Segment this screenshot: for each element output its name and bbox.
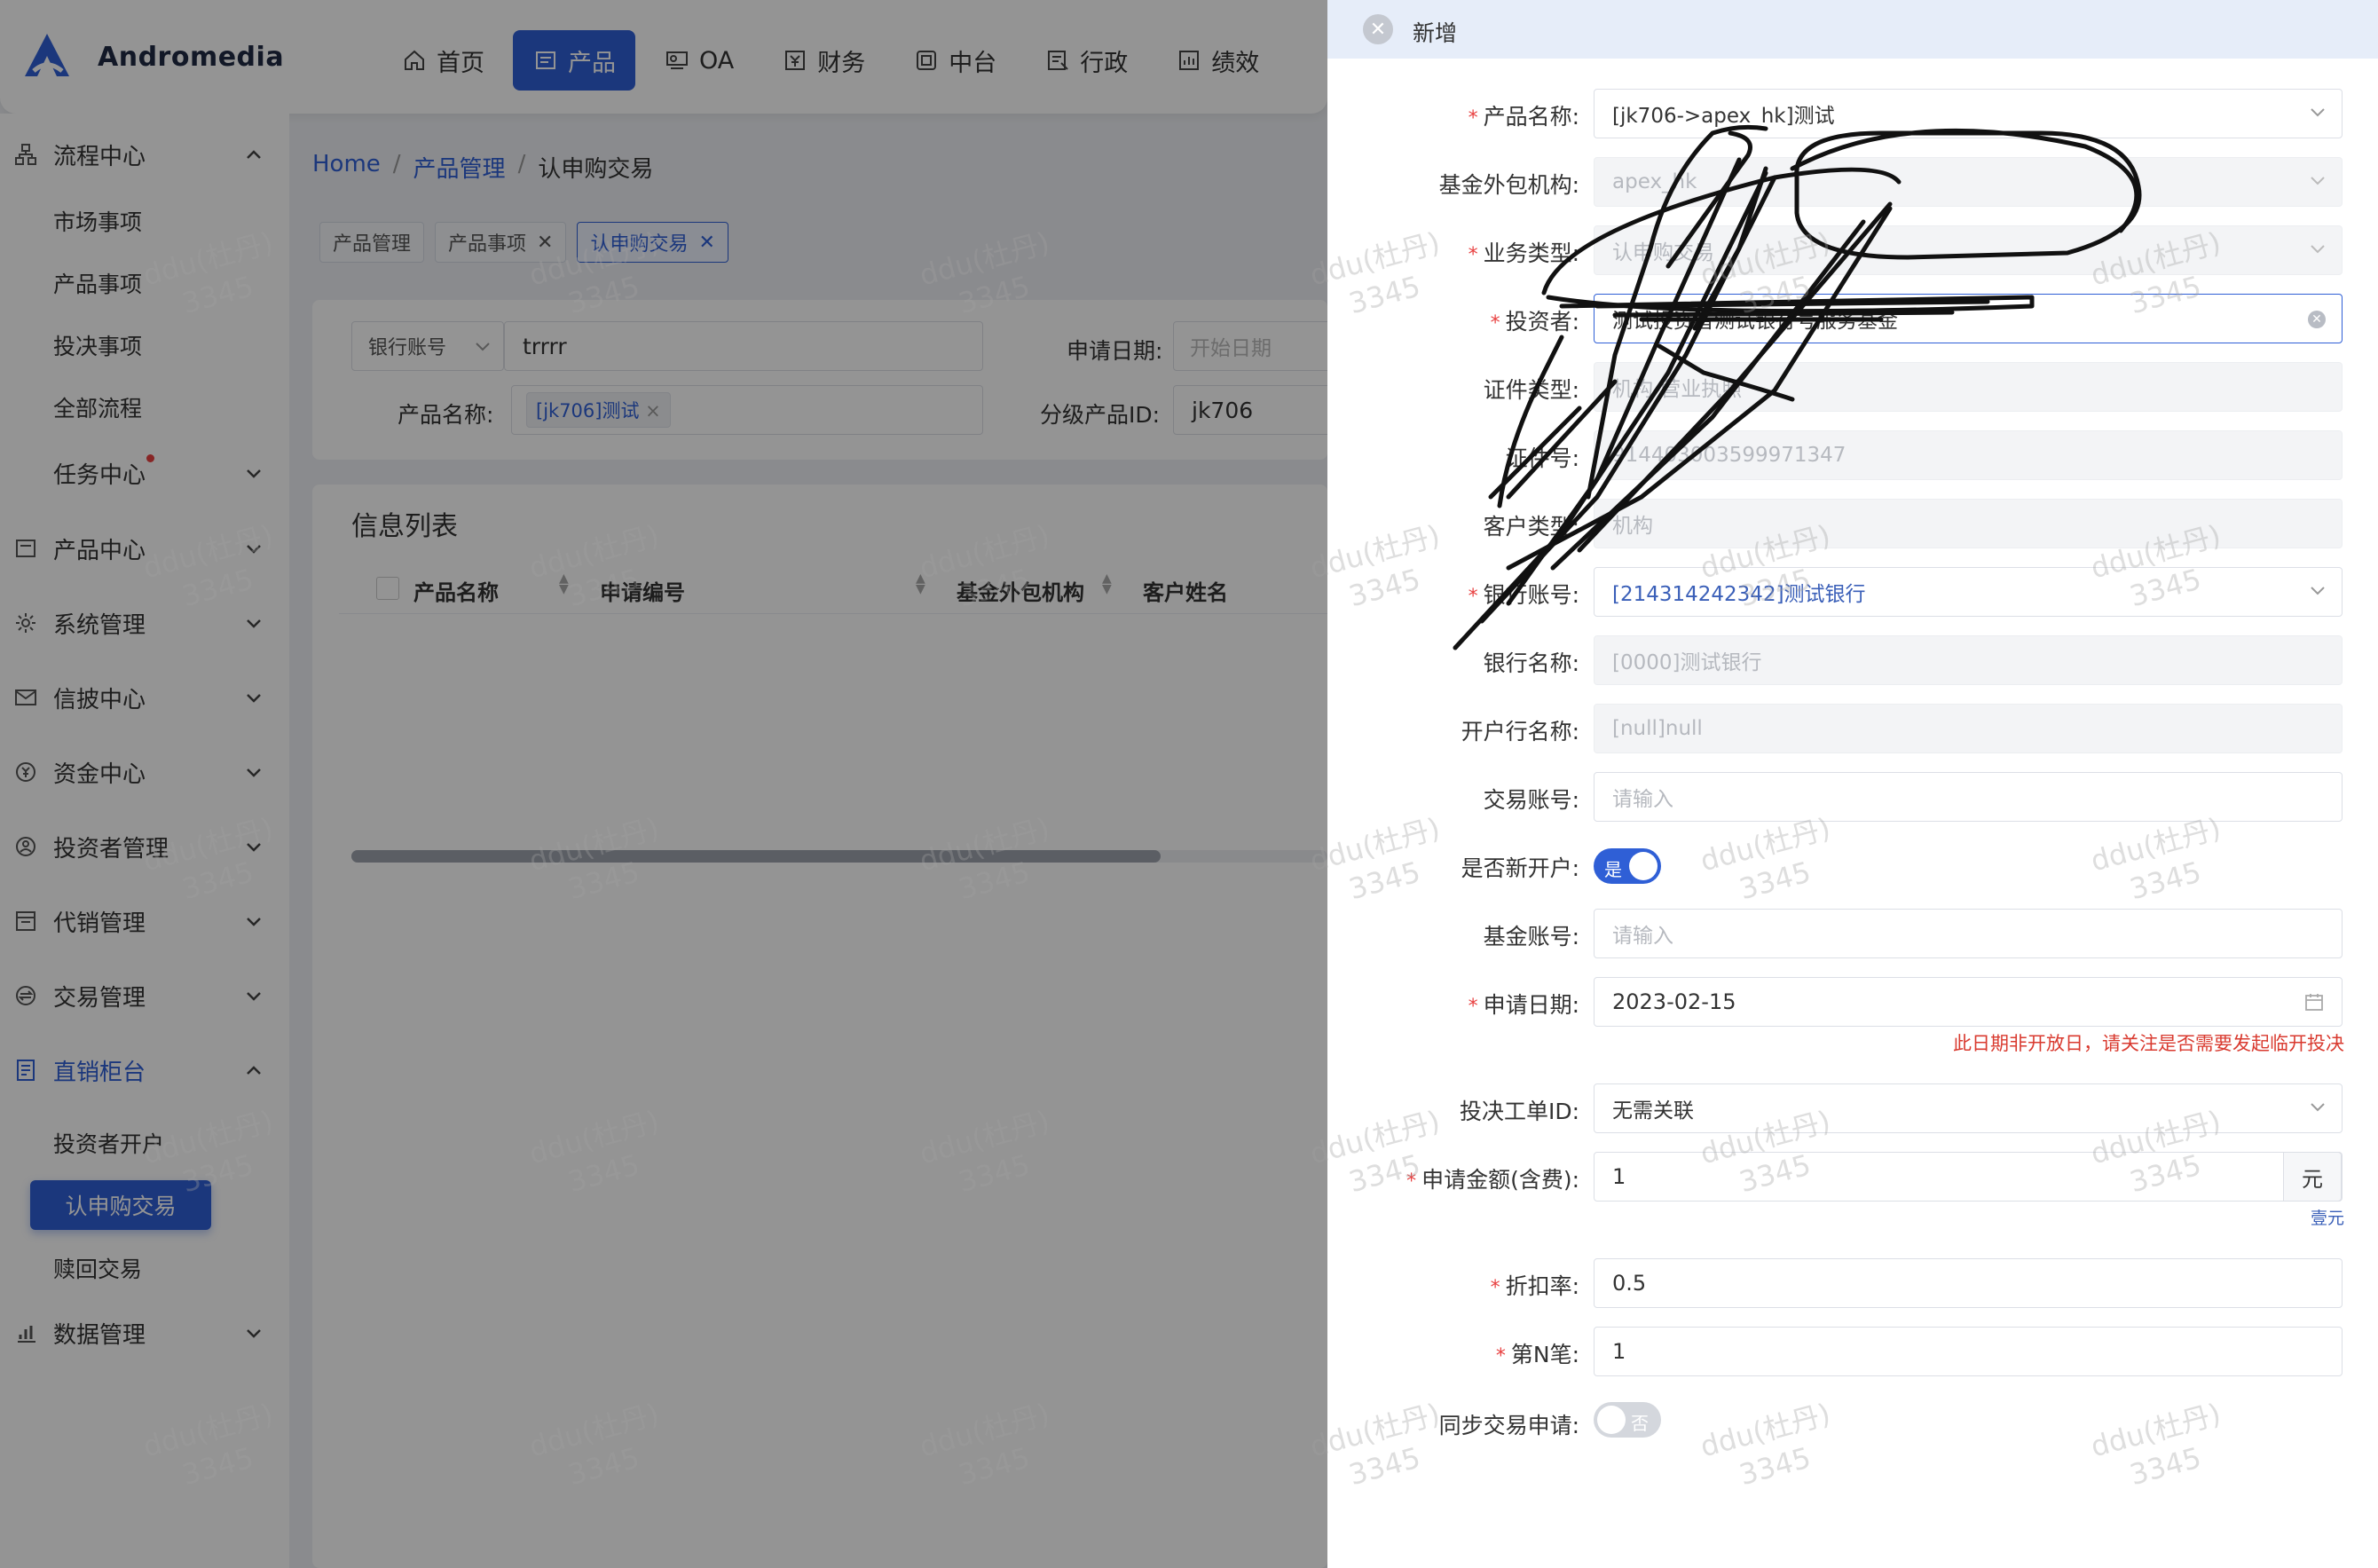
- decision-id-select[interactable]: 无需关联: [1594, 1083, 2343, 1133]
- apply-date-field-label: * 申请日期:: [1469, 988, 1579, 1020]
- nth-input[interactable]: 1: [1594, 1327, 2343, 1376]
- bank-account-select[interactable]: [214314242342]测试银行: [1594, 567, 2343, 617]
- decision-id-field-label: 投决工单ID:: [1459, 1099, 1579, 1124]
- branch-field-label: 开户行名称:: [1461, 719, 1579, 745]
- drawer-title: 新增: [1413, 20, 1458, 46]
- id-type-field-label: 证件类型:: [1483, 377, 1579, 403]
- required-mark: *: [1468, 244, 1478, 266]
- switch-knob: [1597, 1406, 1626, 1434]
- id-type-input: 机构-营业执照: [1594, 362, 2343, 412]
- required-mark: *: [1490, 1277, 1500, 1299]
- discount-input[interactable]: 0.5: [1594, 1258, 2343, 1308]
- biz-type-field-label: * 业务类型:: [1469, 236, 1579, 268]
- amount-value: 1: [1612, 1164, 1626, 1189]
- nth-field-label: * 第N笔:: [1496, 1337, 1579, 1369]
- field-label-text: 产品名称:: [1483, 104, 1579, 130]
- switch-knob: [1629, 852, 1658, 880]
- required-mark: *: [1468, 107, 1478, 130]
- field-label-text: 申请金额(含费):: [1421, 1167, 1579, 1193]
- required-mark: *: [1468, 586, 1478, 608]
- drawer-header: ✕ 新增: [1327, 0, 2378, 59]
- investor-field-label: * 投资者:: [1491, 304, 1579, 336]
- apply-date-value: 2023-02-15: [1612, 989, 1736, 1014]
- required-mark: *: [1406, 1170, 1417, 1193]
- fund-account-placeholder: 请输入: [1612, 925, 1673, 948]
- bank-name-field-label: 银行名称:: [1483, 650, 1579, 676]
- add-drawer: ✕ 新增 * 产品名称: [jk706->apex_hk]测试 基金外包机构: a…: [1327, 0, 2378, 1568]
- modal-mask[interactable]: [0, 0, 1327, 1568]
- id-no-field-label: 证件号:: [1505, 445, 1579, 471]
- apply-date-error: 此日期非开放日，请关注是否需要发起临开投决: [1953, 1033, 2344, 1054]
- nth-value: 1: [1612, 1339, 1626, 1364]
- switch-on-text: 是: [1604, 859, 1622, 880]
- decision-id-value: 无需关联: [1612, 1099, 1694, 1123]
- id-no-input: 91440300359997134​7: [1594, 430, 2343, 480]
- calendar-icon: [2305, 994, 2323, 1011]
- product-name-field-label: * 产品名称:: [1469, 99, 1579, 131]
- clear-icon[interactable]: ✕: [2308, 311, 2326, 328]
- amount-uppercase-hint: 壹元: [2310, 1209, 2344, 1228]
- discount-value: 0.5: [1612, 1271, 1647, 1296]
- chevron-down-icon: [2311, 1103, 2325, 1112]
- fund-account-input[interactable]: 请输入: [1594, 909, 2343, 958]
- required-mark: *: [1490, 312, 1500, 335]
- outsource-value: apex_hk: [1612, 170, 1697, 193]
- outsource-select: apex_hk: [1594, 157, 2343, 207]
- required-mark: *: [1468, 996, 1478, 1018]
- branch-value: [null]null: [1612, 717, 1703, 740]
- field-label-text: 投资者:: [1505, 309, 1579, 335]
- product-name-value: [jk706->apex_hk]测试: [1612, 105, 1835, 128]
- id-no-value: 91440300359997134​7: [1612, 444, 1846, 467]
- bank-account-field-label: * 银行账号:: [1469, 578, 1579, 610]
- cust-type-field-label: 客户类型:: [1483, 514, 1579, 540]
- close-icon: ✕: [1369, 18, 1387, 41]
- field-label-text: 申请日期:: [1483, 992, 1579, 1018]
- required-mark: *: [1495, 1345, 1506, 1367]
- chevron-down-icon: [2311, 587, 2325, 595]
- apply-date-picker[interactable]: 2023-02-15: [1594, 977, 2343, 1027]
- amount-unit: 元: [2283, 1152, 2342, 1202]
- bank-name-input: [0000]测试银行: [1594, 635, 2343, 685]
- amount-input[interactable]: 1 元: [1594, 1152, 2343, 1202]
- switch-off-text: 否: [1631, 1413, 1649, 1434]
- biz-type-select: 认申购交易: [1594, 225, 2343, 275]
- biz-type-value: 认申购交易: [1612, 241, 1714, 264]
- drawer-close-button[interactable]: ✕: [1363, 14, 1393, 44]
- chevron-down-icon: [2311, 108, 2325, 117]
- new-account-switch[interactable]: 是: [1594, 848, 1661, 884]
- chevron-down-icon: [2311, 245, 2325, 254]
- trade-account-input[interactable]: 请输入: [1594, 772, 2343, 822]
- field-label-text: 第N笔:: [1510, 1342, 1579, 1367]
- chevron-down-icon: [2311, 177, 2325, 185]
- field-label-text: 折扣率:: [1505, 1273, 1579, 1299]
- sync-field-label: 同步交易申请:: [1438, 1413, 1579, 1438]
- cust-type-value: 机构: [1612, 515, 1653, 538]
- id-type-value: 机构-营业执照: [1612, 378, 1743, 401]
- trade-account-field-label: 交易账号:: [1483, 787, 1579, 813]
- fund-account-field-label: 基金账号:: [1483, 924, 1579, 949]
- trade-account-placeholder: 请输入: [1612, 788, 1673, 811]
- new-account-field-label: 是否新开户:: [1461, 855, 1579, 881]
- field-label-text: 银行账号:: [1483, 582, 1579, 608]
- branch-input: [null]null: [1594, 704, 2343, 753]
- bank-name-value: [0000]测试银行: [1612, 651, 1762, 674]
- bank-account-value: [214314242342]测试银行: [1612, 583, 1866, 606]
- cust-type-input: 机构: [1594, 499, 2343, 548]
- product-name-select[interactable]: [jk706->apex_hk]测试: [1594, 89, 2343, 138]
- amount-field-label: * 申请金额(含费):: [1406, 1162, 1579, 1194]
- field-label-text: 业务类型:: [1483, 240, 1579, 266]
- outsource-field-label: 基金外包机构:: [1438, 172, 1579, 198]
- investor-select[interactable]: 测试投资者测试银行号服务基金 ✕: [1594, 294, 2343, 343]
- sync-switch[interactable]: 否: [1594, 1402, 1661, 1438]
- investor-value: 测试投资者测试银行号服务基金: [1612, 310, 1898, 333]
- discount-field-label: * 折扣率:: [1491, 1269, 1579, 1301]
